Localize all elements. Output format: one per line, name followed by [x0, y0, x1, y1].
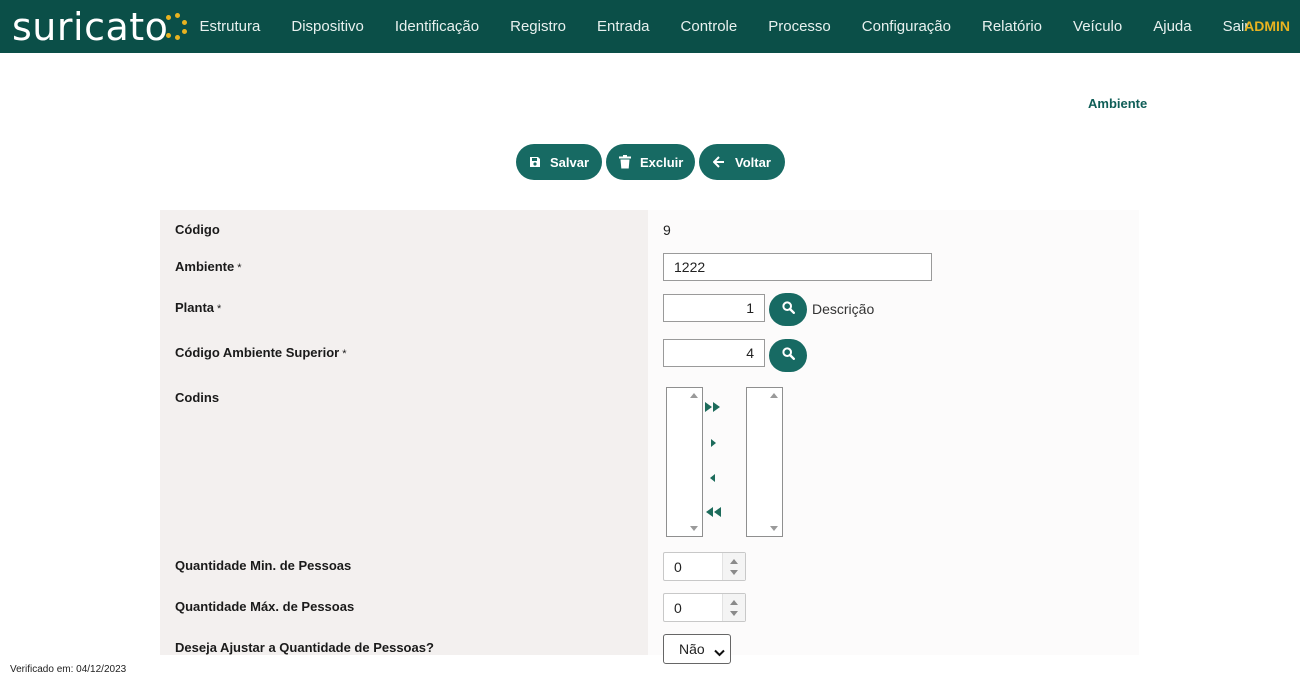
save-button-label: Salvar	[550, 154, 590, 170]
chevron-down-icon	[714, 644, 725, 660]
qtd-max-spinner[interactable]: 0	[663, 593, 746, 622]
suricato-logo[interactable]: suricato	[12, 6, 190, 48]
delete-button-label: Excluir	[640, 154, 684, 170]
action-toolbar: Salvar Excluir Voltar	[516, 144, 785, 180]
ambiente-form: Código Ambiente * Planta * Código Ambiente…	[160, 210, 1139, 664]
menu-processo[interactable]: Processo	[753, 18, 847, 35]
spinner-down-icon[interactable]	[730, 611, 738, 616]
main-menu: Estrutura Dispositivo Identificação Regi…	[184, 0, 1265, 53]
move-right-button[interactable]	[703, 436, 723, 452]
page-title: Ambiente	[1088, 96, 1148, 111]
scroll-up-arrow-icon[interactable]	[770, 393, 778, 398]
spinner-arrows[interactable]	[722, 594, 745, 621]
menu-identificacao[interactable]: Identificação	[379, 18, 494, 35]
ajustar-selected-value: Não	[679, 641, 705, 657]
ambiente-label: Ambiente	[175, 259, 235, 274]
spinner-arrows[interactable]	[722, 553, 745, 580]
planta-description: Descrição	[812, 301, 875, 317]
move-left-button[interactable]	[703, 471, 723, 487]
menu-controle[interactable]: Controle	[665, 18, 753, 35]
codigo-ambiente-superior-input[interactable]	[663, 339, 765, 367]
ajustar-label: Deseja Ajustar a Quantidade de Pessoas?	[175, 640, 434, 655]
codigo-ambiente-superior-label-row: Código Ambiente Superior *	[175, 345, 346, 360]
codigo-ambiente-superior-label: Código Ambiente Superior	[175, 345, 340, 360]
required-mark: *	[217, 303, 222, 315]
menu-entrada[interactable]: Entrada	[581, 18, 665, 35]
menu-dispositivo[interactable]: Dispositivo	[276, 18, 380, 35]
menu-registro[interactable]: Registro	[495, 18, 582, 35]
qtd-min-label: Quantidade Min. de Pessoas	[175, 558, 352, 573]
menu-configuracao[interactable]: Configuração	[846, 18, 966, 35]
codins-selected-list[interactable]	[746, 387, 783, 537]
ambiente-input[interactable]	[663, 253, 932, 281]
planta-input[interactable]	[663, 294, 765, 322]
qtd-max-value: 0	[674, 600, 682, 616]
spinner-up-icon[interactable]	[730, 600, 738, 605]
scroll-down-arrow-icon[interactable]	[690, 526, 698, 531]
codins-label: Codins	[175, 390, 220, 405]
trash-icon	[619, 155, 631, 169]
ambiente-label-row: Ambiente *	[175, 259, 242, 274]
chevron-right-icon	[709, 435, 717, 453]
verification-footer: Verificado em: 04/12/2023	[10, 664, 127, 675]
ajustar-select[interactable]: Não	[663, 634, 731, 664]
menu-estrutura[interactable]: Estrutura	[184, 18, 276, 35]
move-all-left-button[interactable]	[703, 506, 723, 522]
user-menu-admin[interactable]: ADMIN	[1244, 18, 1290, 34]
qtd-max-label: Quantidade Máx. de Pessoas	[175, 599, 355, 614]
scroll-up-arrow-icon[interactable]	[690, 393, 698, 398]
spinner-up-icon[interactable]	[730, 559, 738, 564]
search-icon	[781, 346, 795, 365]
top-navbar: suricato Estrutura Dispositivo Identific…	[0, 0, 1300, 53]
planta-label: Planta	[175, 300, 215, 315]
codins-available-list[interactable]	[666, 387, 703, 537]
form-values-column: 9 Descrição	[648, 210, 1139, 664]
menu-ajuda[interactable]: Ajuda	[1138, 18, 1207, 35]
back-button-label: Voltar	[735, 154, 771, 170]
menu-veiculo[interactable]: Veículo	[1058, 18, 1138, 35]
required-mark: *	[342, 348, 347, 360]
chevron-left-icon	[709, 470, 717, 488]
codigo-label: Código	[175, 222, 220, 237]
back-button[interactable]: Voltar	[699, 144, 785, 180]
qtd-min-spinner[interactable]: 0	[663, 552, 746, 581]
form-labels-column: Código Ambiente * Planta * Código Ambiente…	[160, 210, 648, 655]
qtd-min-value: 0	[674, 559, 682, 575]
double-chevron-left-icon	[704, 505, 722, 523]
arrow-left-icon	[712, 155, 726, 169]
planta-search-button[interactable]	[769, 293, 807, 326]
planta-label-row: Planta *	[175, 300, 221, 315]
required-mark: *	[237, 262, 242, 274]
spinner-down-icon[interactable]	[730, 570, 738, 575]
move-all-right-button[interactable]	[703, 401, 723, 417]
menu-relatorio[interactable]: Relatório	[967, 18, 1058, 35]
ambiente-superior-search-button[interactable]	[769, 339, 807, 372]
codigo-value: 9	[663, 222, 671, 238]
delete-button[interactable]: Excluir	[606, 144, 695, 180]
search-icon	[781, 300, 795, 319]
scroll-down-arrow-icon[interactable]	[770, 526, 778, 531]
save-button[interactable]: Salvar	[516, 144, 602, 180]
double-chevron-right-icon	[704, 400, 722, 418]
logo-text: suricato	[12, 5, 169, 49]
floppy-disk-icon	[529, 155, 541, 169]
